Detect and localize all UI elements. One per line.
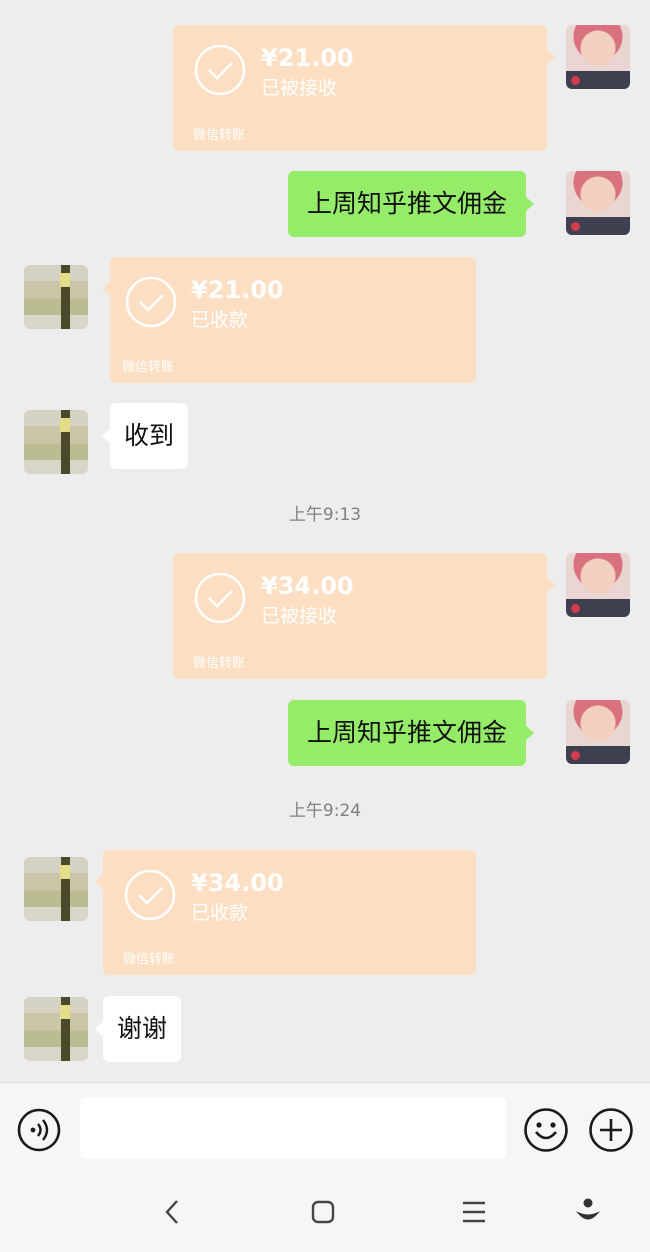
- home-icon[interactable]: [309, 1198, 337, 1226]
- bubble-tail: [546, 49, 555, 65]
- transfer-status: 已被接收: [261, 605, 338, 627]
- transfer-amount: ¥34.00: [261, 572, 354, 600]
- message-bubble-received[interactable]: 谢谢: [95, 996, 182, 1062]
- transfer-footer: 微信转账: [122, 360, 175, 375]
- avatar-self[interactable]: [566, 700, 630, 764]
- back-icon[interactable]: [160, 1198, 184, 1226]
- message-bubble-sent[interactable]: 上周知乎推文佣金: [288, 700, 535, 766]
- avatar-contact[interactable]: [24, 997, 88, 1061]
- plus-icon[interactable]: [587, 1106, 635, 1154]
- transfer-amount: ¥21.00: [261, 44, 354, 72]
- bubble-tail: [525, 196, 535, 212]
- avatar-contact[interactable]: [24, 410, 88, 474]
- transfer-card-sent[interactable]: ¥21.00 已被接收 微信转账: [173, 25, 555, 151]
- bubble-tail: [525, 725, 535, 741]
- check-circle-icon: [125, 276, 177, 328]
- timestamp: 上午9:24: [288, 801, 362, 821]
- system-nav-bar: [0, 1176, 650, 1252]
- transfer-card-sent[interactable]: ¥34.00 已被接收 微信转账: [173, 553, 555, 679]
- transfer-footer: 微信转账: [193, 656, 246, 671]
- avatar-self[interactable]: [566, 25, 630, 89]
- avatar-self[interactable]: [566, 553, 630, 617]
- message-bubble-received[interactable]: 收到: [102, 403, 189, 469]
- transfer-footer: 微信转账: [193, 128, 246, 143]
- message-text: 上周知乎推文佣金: [307, 189, 508, 218]
- avatar-self[interactable]: [566, 171, 630, 235]
- transfer-status: 已被接收: [261, 77, 338, 99]
- transfer-status: 已收款: [191, 309, 249, 331]
- bubble-tail: [102, 428, 111, 444]
- message-input[interactable]: [80, 1097, 506, 1159]
- check-circle-icon: [194, 572, 246, 624]
- timestamp: 上午9:13: [288, 505, 362, 525]
- bubble-tail: [95, 874, 104, 890]
- avatar-contact[interactable]: [24, 265, 88, 329]
- message-bubble-sent[interactable]: 上周知乎推文佣金: [288, 171, 535, 237]
- transfer-amount: ¥34.00: [191, 869, 284, 897]
- check-circle-icon: [194, 44, 246, 96]
- assistant-icon[interactable]: [574, 1196, 602, 1226]
- voice-icon[interactable]: [16, 1107, 62, 1153]
- menu-icon[interactable]: [460, 1199, 488, 1225]
- bubble-tail: [546, 577, 555, 593]
- bubble-tail: [102, 281, 111, 297]
- emoji-icon[interactable]: [522, 1106, 570, 1154]
- avatar-contact[interactable]: [24, 857, 88, 921]
- transfer-footer: 微信转账: [123, 952, 176, 967]
- bubble-tail: [95, 1021, 104, 1037]
- message-text: 上周知乎推文佣金: [307, 718, 508, 747]
- transfer-status: 已收款: [191, 902, 249, 924]
- message-text: 谢谢: [117, 1014, 168, 1043]
- transfer-amount: ¥21.00: [191, 276, 284, 304]
- input-bar: [0, 1082, 650, 1177]
- check-circle-icon: [124, 869, 176, 921]
- message-text: 收到: [124, 421, 175, 450]
- transfer-card-received[interactable]: ¥21.00 已收款 微信转账: [102, 257, 476, 383]
- transfer-card-received[interactable]: ¥34.00 已收款 微信转账: [95, 850, 476, 975]
